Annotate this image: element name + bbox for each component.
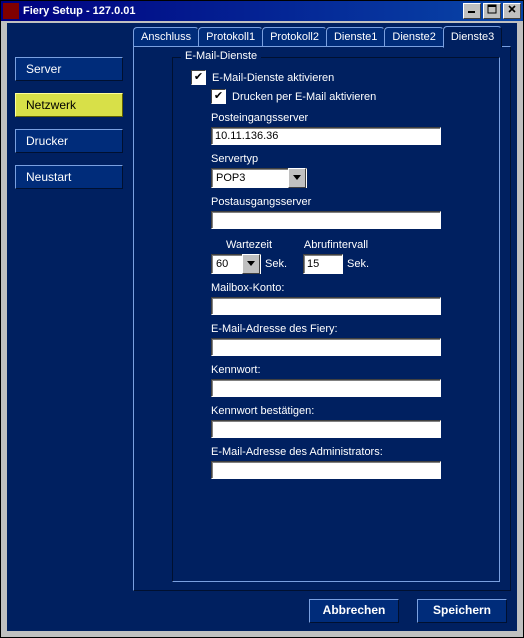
input-incoming-server[interactable] (211, 127, 441, 145)
input-poll-interval[interactable] (303, 254, 343, 274)
checkbox-print-via-email[interactable]: ✔ Drucken per E-Mail aktivieren (211, 89, 376, 104)
checkbox-enable-email[interactable]: ✔ E-Mail-Dienste aktivieren (191, 70, 334, 85)
dialog-buttons: Abbrechen Speichern (309, 599, 507, 623)
sidebar-item-netzwerk[interactable]: Netzwerk (15, 93, 123, 117)
tab-protokoll1[interactable]: Protokoll1 (198, 27, 263, 47)
input-confirm-password[interactable] (211, 420, 441, 438)
button-label: Speichern (433, 603, 491, 617)
button-label: Abbrechen (323, 603, 386, 617)
label-confirm-password: Kennwort bestätigen: (211, 405, 485, 417)
input-password[interactable] (211, 379, 441, 397)
app-window: Fiery Setup - 127.0.01 Server Netzwerk D… (0, 0, 524, 638)
chevron-down-icon (288, 168, 306, 188)
tab-label: Dienste3 (451, 31, 494, 43)
input-admin-email[interactable] (211, 461, 441, 479)
sidebar-item-server[interactable]: Server (15, 57, 123, 81)
window-title: Fiery Setup - 127.0.01 (23, 5, 463, 17)
minimize-button[interactable] (463, 3, 481, 19)
cancel-button[interactable]: Abbrechen (309, 599, 399, 623)
check-icon: ✔ (191, 70, 206, 85)
tab-dienste1[interactable]: Dienste1 (326, 27, 385, 47)
sidebar: Server Netzwerk Drucker Neustart (15, 57, 123, 189)
sidebar-item-label: Netzwerk (26, 98, 76, 112)
sidebar-item-label: Drucker (26, 134, 68, 148)
sidebar-item-neustart[interactable]: Neustart (15, 165, 123, 189)
label-mailbox-account: Mailbox-Konto: (211, 282, 485, 294)
group-body: ✔ E-Mail-Dienste aktivieren ✔ Drucken pe… (173, 58, 499, 487)
tab-dienste3[interactable]: Dienste3 (443, 26, 502, 48)
tab-strip: Anschluss Protokoll1 Protokoll2 Dienste1… (133, 27, 511, 47)
tab-protokoll2[interactable]: Protokoll2 (262, 27, 327, 47)
label-poll-interval: Abrufintervall (303, 239, 369, 251)
label-admin-email: E-Mail-Adresse des Administrators: (211, 446, 485, 458)
input-fiery-email[interactable] (211, 338, 441, 356)
tab-label: Dienste1 (334, 31, 377, 43)
app-icon (3, 3, 19, 19)
tab-label: Protokoll2 (270, 31, 319, 43)
window-controls (463, 3, 521, 19)
input-mailbox-account[interactable] (211, 297, 441, 315)
label-outgoing-server: Postausgangsserver (211, 196, 485, 208)
maximize-button[interactable] (483, 3, 501, 19)
client-area: Server Netzwerk Drucker Neustart Anschlu… (7, 23, 517, 631)
sidebar-item-label: Server (26, 62, 61, 76)
checkbox-label: E-Mail-Dienste aktivieren (212, 72, 334, 84)
tab-anschluss[interactable]: Anschluss (133, 27, 199, 47)
save-button[interactable]: Speichern (417, 599, 507, 623)
group-title: E-Mail-Dienste (181, 50, 261, 62)
label-timeout: Wartezeit (211, 239, 287, 251)
label-server-type: Servertyp (211, 153, 485, 165)
sidebar-item-drucker[interactable]: Drucker (15, 129, 123, 153)
check-icon: ✔ (211, 89, 226, 104)
tab-label: Protokoll1 (206, 31, 255, 43)
label-fiery-email: E-Mail-Adresse des Fiery: (211, 323, 485, 335)
checkbox-label: Drucken per E-Mail aktivieren (232, 91, 376, 103)
input-outgoing-server[interactable] (211, 211, 441, 229)
select-timeout[interactable]: 60 (211, 254, 261, 274)
label-password: Kennwort: (211, 364, 485, 376)
tab-dienste2[interactable]: Dienste2 (384, 27, 443, 47)
select-value: 60 (212, 258, 242, 270)
group-email-dienste: E-Mail-Dienste ✔ E-Mail-Dienste aktivier… (172, 57, 500, 582)
unit-timeout: Sek. (265, 258, 287, 270)
chevron-down-icon (242, 254, 260, 274)
unit-poll: Sek. (347, 258, 369, 270)
title-bar: Fiery Setup - 127.0.01 (1, 1, 523, 21)
tab-label: Dienste2 (392, 31, 435, 43)
select-server-type[interactable]: POP3 (211, 168, 307, 188)
tab-panel: E-Mail-Dienste ✔ E-Mail-Dienste aktivier… (133, 46, 511, 591)
close-button[interactable] (503, 3, 521, 19)
select-value: POP3 (212, 172, 288, 184)
sidebar-item-label: Neustart (26, 170, 71, 184)
label-incoming-server: Posteingangsserver (211, 112, 485, 124)
tab-label: Anschluss (141, 31, 191, 43)
